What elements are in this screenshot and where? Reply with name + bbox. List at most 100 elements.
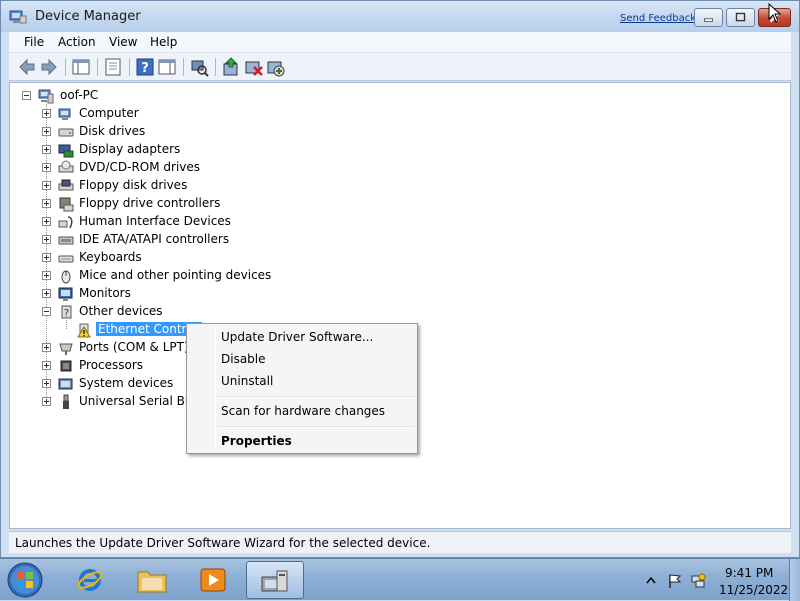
tree-category-label: Floppy drive controllers xyxy=(79,196,221,210)
clock-time[interactable]: 9:41 PM xyxy=(725,566,773,580)
expand-toggle[interactable] xyxy=(42,379,51,388)
processor-icon xyxy=(60,360,72,372)
show-desktop-button[interactable] xyxy=(789,559,800,601)
menu-bar: File Action View Help xyxy=(9,32,791,53)
context-menu-gutter xyxy=(215,326,216,451)
properties-menu-item[interactable]: Properties xyxy=(221,434,292,448)
context-menu-separator xyxy=(217,396,415,398)
expand-toggle[interactable] xyxy=(42,163,51,172)
disable-device-icon[interactable] xyxy=(243,57,263,77)
tree-root-label: oof-PC xyxy=(60,88,99,102)
expand-toggle[interactable] xyxy=(42,253,51,262)
maximize-button[interactable] xyxy=(726,8,755,27)
disk-drive-icon xyxy=(58,128,74,137)
tree-category-label: Other devices xyxy=(79,304,163,318)
back-arrow-icon[interactable] xyxy=(17,57,37,77)
expand-toggle[interactable] xyxy=(42,271,51,280)
hid-icon xyxy=(58,216,73,229)
clock-date[interactable]: 11/25/2022 xyxy=(719,583,788,597)
warning-device-icon xyxy=(77,323,91,338)
expand-toggle[interactable] xyxy=(42,181,51,190)
status-text: Launches the Update Driver Software Wiza… xyxy=(15,536,431,550)
system-device-icon xyxy=(58,378,73,390)
help-icon[interactable]: ? xyxy=(135,57,155,77)
tree-category-label: Processors xyxy=(79,358,144,372)
tree-category-label: Ports (COM & LPT) xyxy=(79,340,189,354)
title-bar[interactable]: Device Manager Send Feedback xyxy=(1,1,799,32)
mouse-cursor-icon xyxy=(768,3,782,23)
network-icon[interactable] xyxy=(690,573,706,589)
display-adapter-icon xyxy=(58,144,74,158)
taskbar-device-manager[interactable] xyxy=(246,561,304,599)
show-hide-console-tree-icon[interactable] xyxy=(71,57,91,77)
floppy-disk-icon xyxy=(58,179,74,191)
tree-category-label: Human Interface Devices xyxy=(79,214,231,228)
collapse-toggle[interactable] xyxy=(22,91,31,100)
send-feedback-link[interactable]: Send Feedback xyxy=(620,13,696,24)
device-manager-icon xyxy=(9,10,27,24)
tree-category-label: System devices xyxy=(79,376,174,390)
tree-connector-line xyxy=(66,315,67,329)
media-player-icon xyxy=(200,568,226,592)
scan-hardware-icon[interactable] xyxy=(189,57,209,77)
window-title: Device Manager xyxy=(35,9,141,24)
tree-category-label: Mice and other pointing devices xyxy=(79,268,272,282)
taskbar-internet-explorer[interactable] xyxy=(62,561,118,599)
uninstall-menu-item[interactable]: Uninstall xyxy=(221,374,273,388)
minimize-button[interactable] xyxy=(694,8,723,27)
ide-controller-icon xyxy=(58,236,74,245)
taskbar-media-player[interactable] xyxy=(186,561,242,599)
start-button-icon[interactable] xyxy=(6,561,44,599)
port-icon xyxy=(59,343,73,355)
expand-toggle[interactable] xyxy=(42,199,51,208)
expand-toggle[interactable] xyxy=(42,289,51,298)
monitor-icon xyxy=(58,287,73,301)
tree-category-label: Display adapters xyxy=(79,142,181,156)
taskbar: 9:41 PM 11/25/2022 xyxy=(0,558,800,601)
expand-toggle[interactable] xyxy=(42,343,51,352)
tree-category-label: Disk drives xyxy=(79,124,146,138)
context-menu: Update Driver Software... Disable Uninst… xyxy=(186,323,418,454)
expand-toggle[interactable] xyxy=(42,235,51,244)
toolbar-separator xyxy=(65,58,66,76)
taskbar-windows-explorer[interactable] xyxy=(124,561,180,599)
expand-toggle[interactable] xyxy=(42,109,51,118)
tree-category-label: Floppy disk drives xyxy=(79,178,188,192)
menu-view[interactable]: View xyxy=(109,35,137,49)
mouse-icon xyxy=(61,270,71,284)
action-center-flag-icon[interactable] xyxy=(667,573,683,589)
properties-sheet-icon[interactable] xyxy=(103,57,123,77)
dvd-drive-icon xyxy=(58,160,74,173)
show-hidden-icons-icon[interactable] xyxy=(643,573,659,589)
svg-text:?: ? xyxy=(141,61,149,76)
context-menu-separator xyxy=(217,426,415,428)
restore-icon xyxy=(735,12,746,22)
floppy-controller-icon xyxy=(59,197,74,212)
keyboard-icon xyxy=(58,255,74,263)
device-tree[interactable]: oof-PC Ethernet Controll Computer Disk dr… xyxy=(9,82,791,529)
update-driver-icon[interactable] xyxy=(221,57,241,77)
action-pane-icon[interactable] xyxy=(157,57,177,77)
expand-toggle[interactable] xyxy=(42,361,51,370)
expand-toggle[interactable] xyxy=(42,145,51,154)
scan-hardware-menu-item[interactable]: Scan for hardware changes xyxy=(221,404,385,418)
tree-category-label: Computer xyxy=(79,106,139,120)
menu-file[interactable]: File xyxy=(24,35,44,49)
forward-arrow-icon[interactable] xyxy=(39,57,59,77)
minimize-icon xyxy=(704,18,713,22)
expand-toggle[interactable] xyxy=(42,127,51,136)
device-manager-window: Device Manager Send Feedback File Action… xyxy=(0,0,800,558)
collapse-toggle[interactable] xyxy=(42,307,51,316)
tree-category-label: IDE ATA/ATAPI controllers xyxy=(79,232,230,246)
disable-menu-item[interactable]: Disable xyxy=(221,352,266,366)
device-manager-icon xyxy=(261,570,288,592)
toolbar-separator xyxy=(183,58,184,76)
expand-toggle[interactable] xyxy=(42,397,51,406)
expand-toggle[interactable] xyxy=(42,217,51,226)
menu-action[interactable]: Action xyxy=(58,35,96,49)
uninstall-device-icon[interactable] xyxy=(265,57,285,77)
update-driver-menu-item[interactable]: Update Driver Software... xyxy=(221,330,373,344)
tree-category-label: DVD/CD-ROM drives xyxy=(79,160,201,174)
internet-explorer-icon xyxy=(77,569,103,591)
menu-help[interactable]: Help xyxy=(150,35,177,49)
